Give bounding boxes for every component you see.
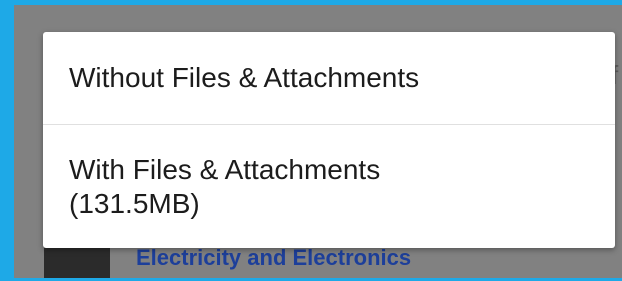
option-with-attachments-size: (131.5MB) [69,188,200,219]
background-list-item-label: Electricity and Electronics [136,245,412,270]
option-without-attachments-label: Without Files & Attachments [69,62,420,93]
download-options-dialog: Without Files & Attachments With Files &… [43,32,615,248]
option-with-attachments-label: With Files & Attachments [69,154,381,185]
device-frame: f Electricity and Electronics Without Fi… [0,0,622,281]
screen: f Electricity and Electronics Without Fi… [14,5,622,278]
background-list-item: Electricity and Electronics [44,245,411,278]
folder-icon [44,245,110,278]
option-with-attachments[interactable]: With Files & Attachments (131.5MB) [43,125,615,221]
option-without-attachments[interactable]: Without Files & Attachments [43,32,615,125]
